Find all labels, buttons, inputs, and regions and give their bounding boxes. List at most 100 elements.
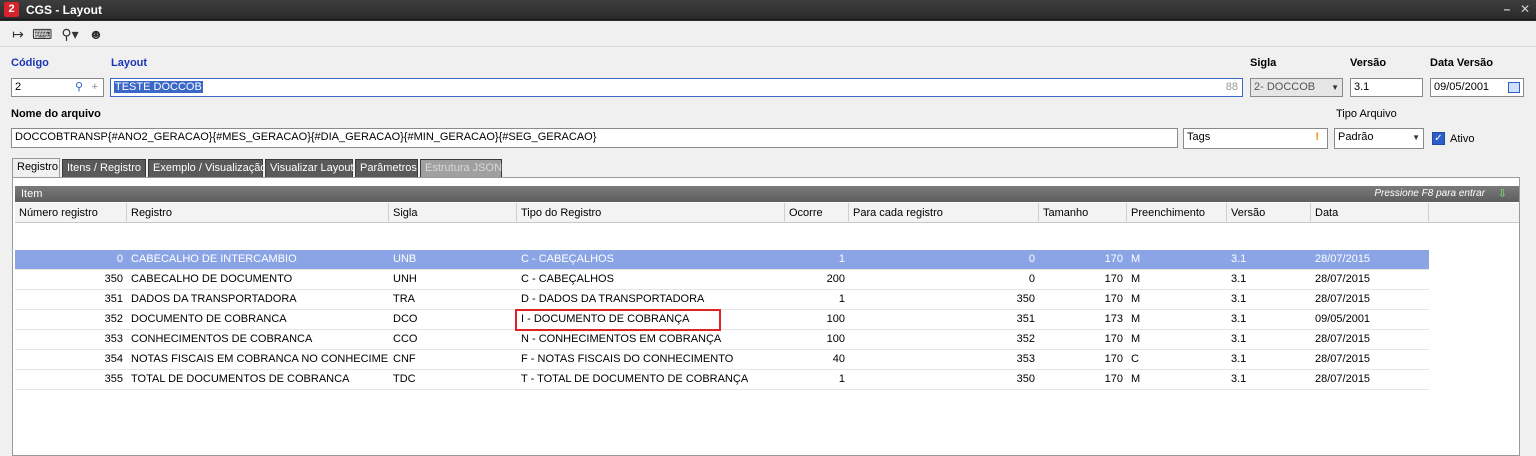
- tab-registro[interactable]: Registro: [12, 158, 60, 178]
- cell-ocorre: 100: [826, 313, 845, 325]
- table-row[interactable]: 351 DADOS DA TRANSPORTADORA TRA D - DADO…: [15, 290, 1429, 310]
- cell-ocorre: 200: [826, 273, 845, 285]
- col-header-versao[interactable]: Versão: [1227, 203, 1311, 223]
- tipo-arquivo-value: Padrão: [1338, 131, 1374, 143]
- codigo-field[interactable]: 2 ⚲ +: [11, 78, 104, 97]
- cell-versao: 3.1: [1231, 373, 1247, 385]
- tab-visualizar-layout[interactable]: Visualizar Layout: [265, 159, 354, 177]
- exit-icon[interactable]: ↦: [8, 25, 28, 43]
- window-title: CGS - Layout: [26, 3, 103, 17]
- grid-title-bar: Item Pressione F8 para entrar ⇩: [15, 186, 1519, 202]
- cell-ocorre: 1: [838, 293, 845, 305]
- grid-header: Número registro Registro Sigla Tipo do R…: [15, 203, 1519, 223]
- keyboard-icon[interactable]: ⌨: [32, 25, 52, 43]
- versao-field[interactable]: 3.1: [1350, 78, 1423, 97]
- table-row[interactable]: 354 NOTAS FISCAIS EM COBRANCA NO CONHECI…: [15, 350, 1429, 370]
- tab-estrutura-json: Estrutura JSON: [420, 159, 502, 177]
- cell-versao: 3.1: [1231, 293, 1247, 305]
- col-header-numero[interactable]: Número registro: [15, 203, 127, 223]
- cell-para-cada: 0: [1028, 253, 1035, 265]
- cell-registro: DOCUMENTO DE COBRANCA: [131, 313, 287, 325]
- layout-value: TESTE DOCCOB: [114, 81, 203, 93]
- table-row[interactable]: 352 DOCUMENTO DE COBRANCA DCO I - DOCUME…: [15, 310, 1429, 330]
- cell-ocorre: 1: [838, 253, 845, 265]
- cell-preenchimento: M: [1131, 253, 1141, 265]
- nome-arquivo-value: DOCCOBTRANSP{#ANO2_GERACAO}{#MES_GERACAO…: [15, 131, 597, 143]
- col-header-data[interactable]: Data: [1311, 203, 1429, 223]
- cell-numero: 352: [104, 313, 123, 325]
- cell-tamanho: 170: [1104, 253, 1123, 265]
- cell-numero: 350: [104, 273, 123, 285]
- search-icon[interactable]: ⚲: [75, 79, 83, 96]
- cell-tamanho: 170: [1104, 353, 1123, 365]
- col-header-tamanho[interactable]: Tamanho: [1039, 203, 1127, 223]
- cell-sigla: UNB: [393, 253, 417, 265]
- cell-preenchimento: M: [1131, 373, 1141, 385]
- codigo-value: 2: [15, 81, 22, 93]
- cell-tamanho: 170: [1104, 333, 1123, 345]
- user-icon[interactable]: ☻: [86, 25, 106, 43]
- tab-parametros[interactable]: Parâmetros: [355, 159, 418, 177]
- cell-para-cada: 353: [1016, 353, 1035, 365]
- cell-data: 28/07/2015: [1315, 373, 1371, 385]
- layout-label: Layout: [111, 57, 148, 69]
- arrow-down-icon[interactable]: ⇩: [1498, 186, 1507, 202]
- cell-registro: CONHECIMENTOS DE COBRANCA: [131, 333, 313, 345]
- table-row[interactable]: 355 TOTAL DE DOCUMENTOS DE COBRANCA TDC …: [15, 370, 1429, 390]
- cell-tipo: D - DADOS DA TRANSPORTADORA: [521, 293, 705, 305]
- col-header-ocorre[interactable]: Ocorre: [785, 203, 849, 223]
- col-header-registro[interactable]: Registro: [127, 203, 389, 223]
- tipo-arquivo-label: Tipo Arquivo: [1336, 108, 1397, 120]
- search-icon[interactable]: ⚲▾: [56, 25, 84, 43]
- col-header-sigla[interactable]: Sigla: [389, 203, 517, 223]
- sigla-select[interactable]: 2- DOCCOB ▼: [1250, 78, 1343, 97]
- cell-data: 28/07/2015: [1315, 253, 1371, 265]
- chevron-down-icon: ▼: [1412, 133, 1420, 142]
- cell-para-cada: 350: [1016, 373, 1035, 385]
- ativo-checkbox[interactable]: ✓: [1432, 132, 1445, 145]
- form-panel: Código 2 ⚲ + Layout TESTE DOCCOB 88 Sigl…: [0, 47, 1536, 456]
- grid-title: Item: [21, 188, 43, 200]
- cell-versao: 3.1: [1231, 353, 1247, 365]
- col-header-tipo[interactable]: Tipo do Registro: [517, 203, 785, 223]
- cell-ocorre: 1: [838, 373, 845, 385]
- table-row[interactable]: 353 CONHECIMENTOS DE COBRANCA CCO N - CO…: [15, 330, 1429, 350]
- minimize-icon[interactable]: –: [1500, 2, 1514, 16]
- close-icon[interactable]: ✕: [1518, 2, 1532, 16]
- table-row[interactable]: 0 CABECALHO DE INTERCAMBIO UNB C - CABEÇ…: [15, 250, 1429, 270]
- cell-tipo: T - TOTAL DE DOCUMENTO DE COBRANÇA: [521, 373, 749, 385]
- cell-para-cada: 350: [1016, 293, 1035, 305]
- tags-field[interactable]: Tags !: [1183, 128, 1328, 149]
- registro-grid: Item Pressione F8 para entrar ⇩ Número r…: [12, 177, 1520, 456]
- cell-numero: 0: [116, 253, 123, 265]
- table-row[interactable]: 350 CABECALHO DE DOCUMENTO UNH C - CABEÇ…: [15, 270, 1429, 290]
- cell-sigla: TRA: [393, 293, 415, 305]
- calendar-icon[interactable]: [1508, 82, 1520, 93]
- add-icon[interactable]: +: [92, 79, 98, 96]
- cell-ocorre: 40: [832, 353, 845, 365]
- col-header-para-cada[interactable]: Para cada registro: [849, 203, 1039, 223]
- tab-exemplo-visualizacao[interactable]: Exemplo / Visualização: [148, 159, 267, 177]
- cell-versao: 3.1: [1231, 253, 1247, 265]
- cell-data: 09/05/2001: [1315, 313, 1371, 325]
- col-header-preenchimento[interactable]: Preenchimento: [1127, 203, 1227, 223]
- cell-numero: 355: [104, 373, 123, 385]
- tipo-arquivo-select[interactable]: Padrão ▼: [1334, 128, 1424, 149]
- nome-arquivo-field[interactable]: DOCCOBTRANSP{#ANO2_GERACAO}{#MES_GERACAO…: [11, 128, 1178, 148]
- cell-tamanho: 170: [1104, 373, 1123, 385]
- cell-ocorre: 100: [826, 333, 845, 345]
- cell-data: 28/07/2015: [1315, 353, 1371, 365]
- cell-tipo: C - CABEÇALHOS: [521, 253, 614, 265]
- cell-preenchimento: M: [1131, 273, 1141, 285]
- cell-tamanho: 170: [1104, 293, 1123, 305]
- cell-para-cada: 352: [1016, 333, 1035, 345]
- data-versao-field[interactable]: 09/05/2001: [1430, 78, 1524, 97]
- tab-itens-registro[interactable]: Itens / Registro: [62, 159, 146, 177]
- layout-field[interactable]: TESTE DOCCOB 88: [110, 78, 1243, 97]
- cell-para-cada: 0: [1028, 273, 1035, 285]
- cell-tipo: F - NOTAS FISCAIS DO CONHECIMENTO: [521, 353, 734, 365]
- data-versao-label: Data Versão: [1430, 57, 1493, 69]
- title-bar: 2 CGS - Layout – ✕: [0, 0, 1536, 20]
- ativo-label: Ativo: [1450, 133, 1475, 145]
- data-versao-value: 09/05/2001: [1434, 81, 1490, 93]
